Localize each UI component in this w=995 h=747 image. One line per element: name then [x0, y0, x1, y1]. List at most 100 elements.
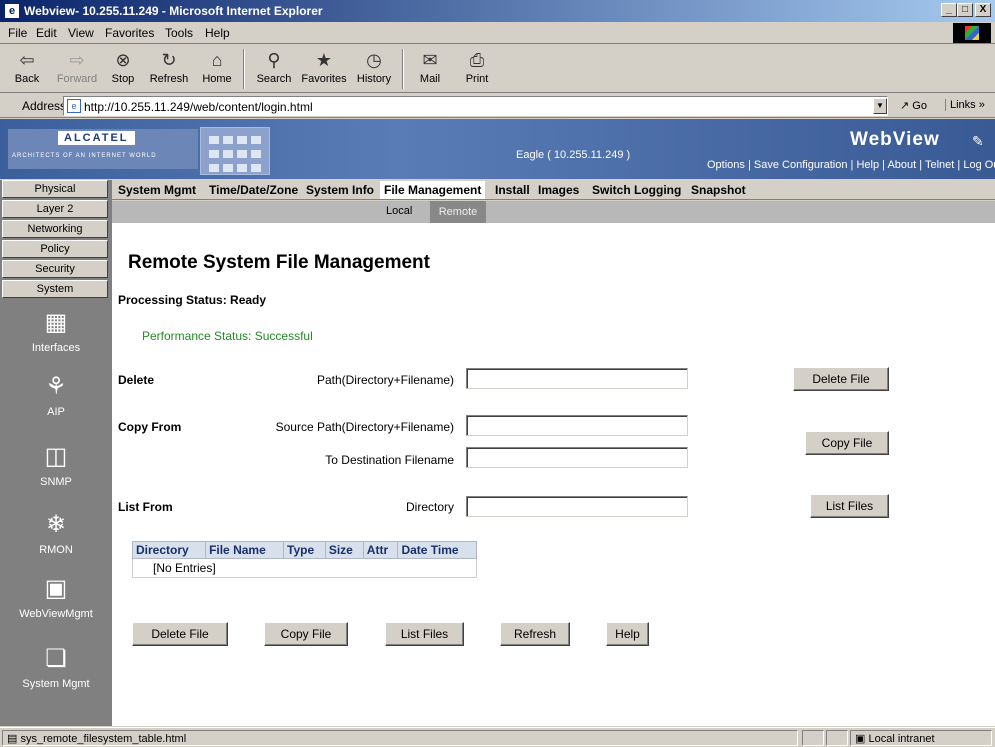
list-files-button[interactable]: List Files [810, 494, 889, 518]
links-button[interactable]: Links » [945, 99, 985, 111]
column-header: Attr [362, 541, 399, 559]
tab-time-date-zone[interactable]: Time/Date/Zone [209, 183, 298, 197]
snmp-icon: ◫ [44, 443, 68, 470]
address-label: Address [22, 99, 67, 113]
column-header: Type [283, 541, 326, 559]
tab-system-info[interactable]: System Info [306, 183, 374, 197]
left-nav: Physical Layer 2 Networking Policy Secur… [0, 180, 112, 726]
destination-filename-input[interactable] [466, 447, 688, 468]
building-graphic [200, 127, 270, 175]
status-cell [802, 730, 824, 746]
save-configuration-link[interactable]: Save Configuration [754, 159, 848, 171]
nav-tab-policy[interactable]: Policy [2, 240, 108, 258]
close-button[interactable]: X [975, 3, 991, 17]
help-link[interactable]: Help [856, 159, 879, 171]
nav-item-rmon[interactable]: ❄ RMON [0, 510, 112, 556]
tab-file-management[interactable]: File Management [380, 181, 486, 199]
nav-item-label: System Mgmt [22, 678, 90, 690]
log-out-link[interactable]: Log Out [963, 159, 995, 171]
delete-file-button[interactable]: Delete File [793, 367, 889, 391]
sub-menu: Local Remote [112, 201, 995, 223]
search-button[interactable]: ⚲ Search [250, 47, 298, 91]
go-button[interactable]: ↗ Go [900, 99, 927, 112]
address-input[interactable]: e http://10.255.11.249/web/content/login… [63, 96, 888, 116]
performance-status: Performance Status: Successful [142, 329, 313, 343]
forward-arrow-icon: ⇨ [69, 50, 85, 70]
subtab-local[interactable]: Local [386, 205, 412, 217]
bottom-copy-file-button[interactable]: Copy File [264, 622, 348, 646]
help-button[interactable]: Help [606, 622, 649, 646]
history-button[interactable]: ◷ History [350, 47, 398, 91]
menu-favorites[interactable]: Favorites [105, 26, 154, 40]
bottom-delete-file-button[interactable]: Delete File [132, 622, 228, 646]
status-bar: ▤ sys_remote_filesystem_table.html ▣ Loc… [0, 727, 995, 747]
stop-button[interactable]: ⊗ Stop [102, 47, 144, 91]
history-label: History [356, 73, 392, 85]
column-header: File Name [205, 541, 285, 559]
nav-item-aip[interactable]: ⚘ AIP [0, 372, 112, 418]
subtab-remote[interactable]: Remote [430, 201, 486, 223]
tab-install[interactable]: Install [495, 183, 530, 197]
mail-button[interactable]: ✉ Mail [408, 47, 452, 91]
directory-input[interactable] [466, 496, 688, 517]
nav-item-label: Interfaces [31, 342, 81, 354]
tab-images[interactable]: Images [538, 183, 579, 197]
menu-file[interactable]: File [8, 26, 27, 40]
status-text-cell: ▤ sys_remote_filesystem_table.html [2, 730, 798, 746]
menu-help[interactable]: Help [205, 26, 230, 40]
nav-item-snmp[interactable]: ◫ SNMP [0, 442, 112, 488]
menu-view[interactable]: View [68, 26, 94, 40]
tab-snapshot[interactable]: Snapshot [691, 183, 746, 197]
menu-tools[interactable]: Tools [165, 26, 193, 40]
nav-tab-networking[interactable]: Networking [2, 220, 108, 238]
favorites-label: Favorites [301, 73, 347, 85]
print-button[interactable]: ⎙ Print [455, 47, 499, 91]
aip-icon: ⚘ [45, 373, 67, 400]
windows-logo-icon [953, 23, 991, 43]
nav-tab-layer2[interactable]: Layer 2 [2, 200, 108, 218]
home-button[interactable]: ⌂ Home [194, 47, 240, 91]
refresh-button[interactable]: ↻ Refresh [144, 47, 194, 91]
home-icon: ⌂ [211, 50, 223, 70]
rmon-icon: ❄ [45, 511, 67, 538]
list-section-label: List From [118, 500, 173, 514]
intranet-icon: ▣ [855, 733, 866, 745]
tab-switch-logging[interactable]: Switch Logging [592, 183, 681, 197]
stop-label: Stop [111, 73, 135, 85]
nav-item-label: AIP [47, 406, 65, 418]
refresh-page-button[interactable]: Refresh [500, 622, 570, 646]
favorites-icon: ★ [315, 50, 333, 70]
favorites-button[interactable]: ★ Favorites [298, 47, 350, 91]
toolbar-separator [243, 49, 245, 89]
bottom-list-files-button[interactable]: List Files [385, 622, 464, 646]
nav-item-label: SNMP [40, 476, 72, 488]
forward-button[interactable]: ⇨ Forward [52, 47, 102, 91]
alcatel-logo: ALCATEL ARCHITECTS OF AN INTERNET WORLD [8, 129, 198, 169]
column-header: Size [324, 541, 364, 559]
status-cell [826, 730, 848, 746]
mail-label: Mail [419, 73, 441, 85]
zone-text: Local intranet [868, 733, 935, 745]
tab-system-mgmt[interactable]: System Mgmt [118, 183, 196, 197]
source-path-input[interactable] [466, 415, 688, 436]
about-link[interactable]: About [887, 159, 916, 171]
webview-mgmt-icon: ▣ [44, 575, 68, 602]
options-link[interactable]: Options [707, 159, 745, 171]
main-content: Remote System File Management Processing… [112, 223, 995, 726]
nav-item-system-mgmt[interactable]: ❏ System Mgmt [0, 644, 112, 690]
minimize-button[interactable]: _ [941, 3, 957, 17]
telnet-link[interactable]: Telnet [925, 159, 954, 171]
nav-tab-system[interactable]: System [2, 280, 108, 298]
nav-tab-physical[interactable]: Physical [2, 180, 108, 198]
maximize-button[interactable]: □ [957, 3, 973, 17]
nav-tab-security[interactable]: Security [2, 260, 108, 278]
back-button[interactable]: ⇦ Back [2, 47, 52, 91]
menu-edit[interactable]: Edit [36, 26, 57, 40]
delete-path-input[interactable] [466, 368, 688, 389]
webview-banner: ALCATEL ARCHITECTS OF AN INTERNET WORLD … [0, 119, 995, 179]
copy-file-button[interactable]: Copy File [805, 431, 889, 455]
top-menu: System Mgmt Time/Date/Zone System Info F… [112, 180, 995, 200]
nav-item-webviewmgmt[interactable]: ▣ WebViewMgmt [0, 574, 112, 620]
nav-item-interfaces[interactable]: ▦ Interfaces [0, 308, 112, 354]
address-dropdown-icon[interactable]: ▼ [873, 98, 887, 114]
